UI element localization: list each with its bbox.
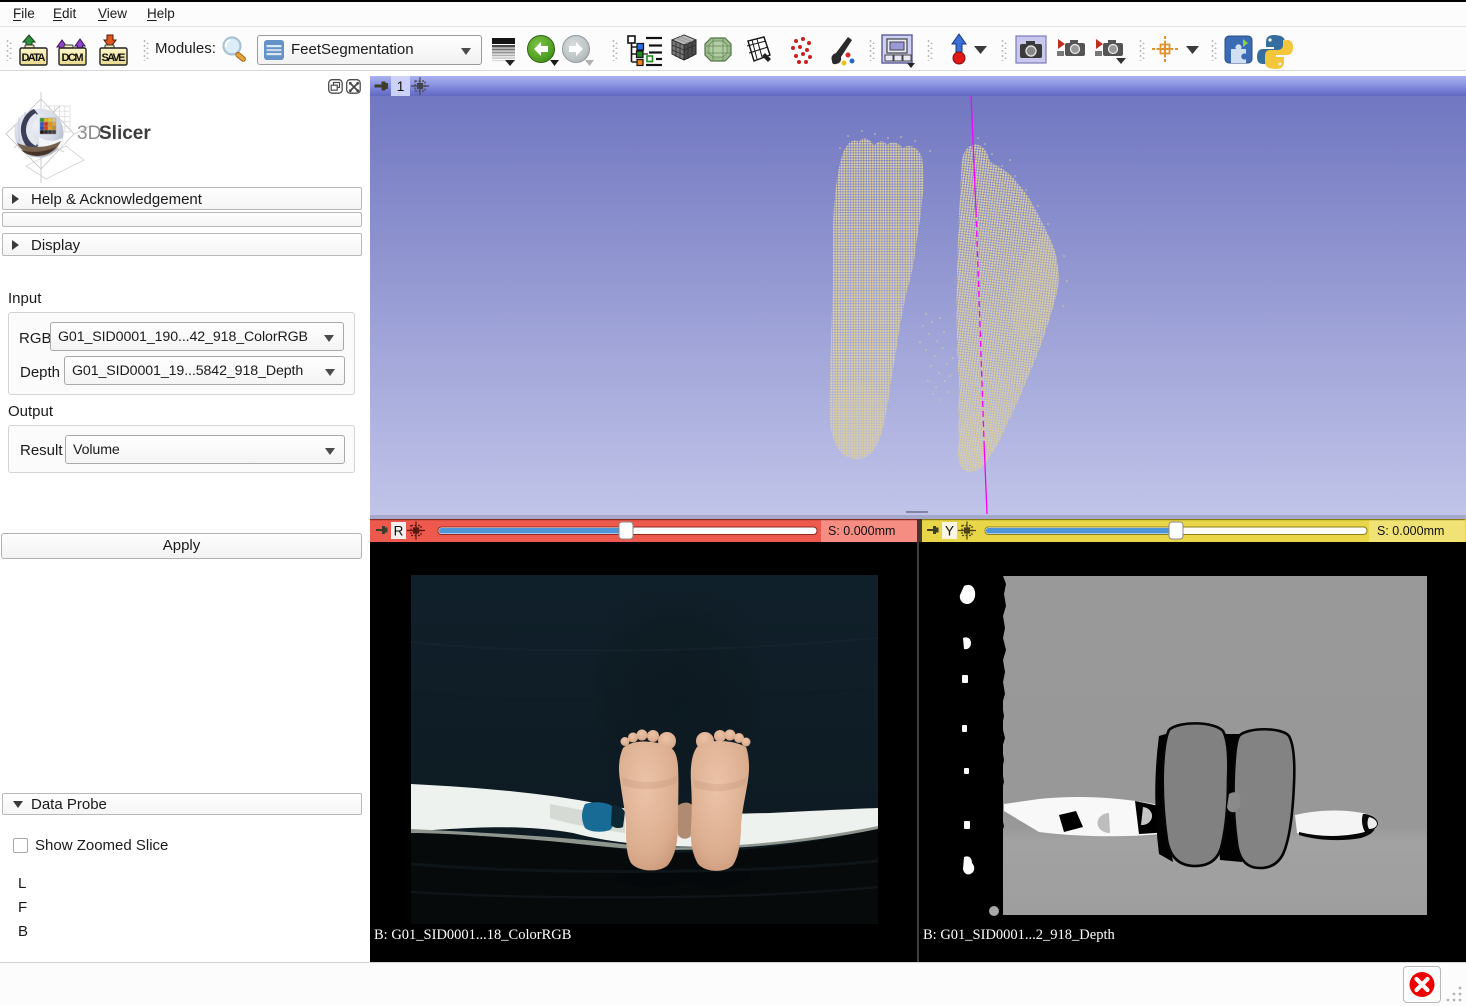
svg-text:S: 0.000mm: S: 0.000mm	[828, 524, 895, 538]
svg-text:R: R	[394, 524, 404, 539]
svg-text:S: 0.000mm: S: 0.000mm	[1377, 524, 1444, 538]
svg-text:B: G01_SID0001...18_ColorRGB: B: G01_SID0001...18_ColorRGB	[374, 927, 571, 943]
svg-text:SAVE: SAVE	[102, 52, 126, 64]
svg-text:Y: Y	[945, 524, 954, 539]
svg-text:3D: 3D	[77, 123, 101, 144]
svg-text:DCM: DCM	[62, 52, 84, 64]
svg-text:DATA: DATA	[22, 52, 46, 64]
svg-text:1: 1	[397, 78, 405, 94]
svg-text:Slicer: Slicer	[99, 123, 151, 144]
svg-text:B: G01_SID0001...2_918_Depth: B: G01_SID0001...2_918_Depth	[923, 927, 1115, 943]
